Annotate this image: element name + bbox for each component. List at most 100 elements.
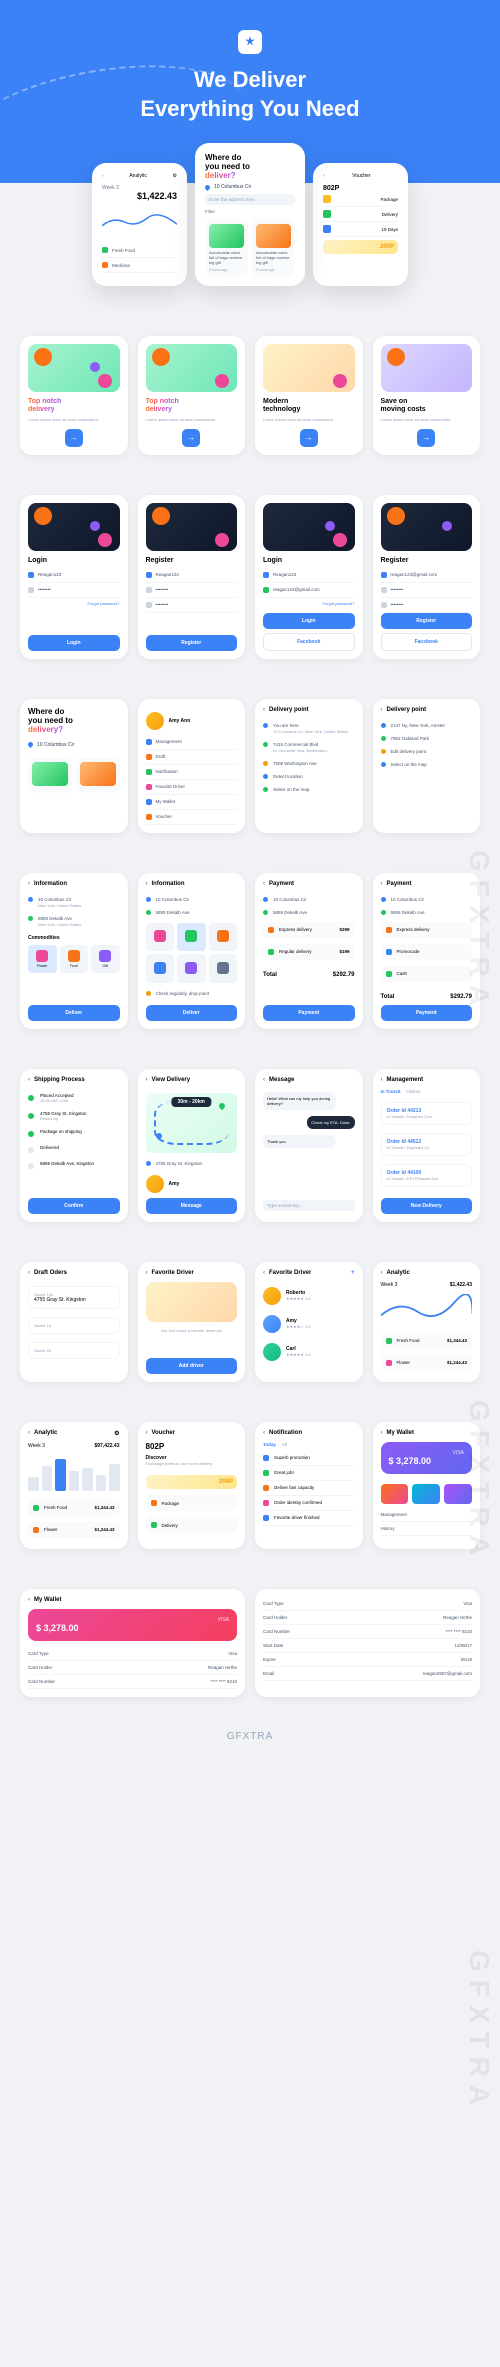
confirm-button[interactable]: Confirm — [28, 1198, 120, 1214]
to-address[interactable]: 5859 Dekalb AveNew York, United States — [28, 912, 120, 931]
commodity-item[interactable] — [146, 954, 175, 983]
promo-card[interactable] — [76, 758, 120, 793]
next-button[interactable]: → — [300, 429, 318, 447]
back-icon[interactable]: ‹ — [146, 1270, 148, 1276]
back-icon[interactable]: ‹ — [263, 1077, 265, 1083]
credit-card[interactable]: VISA $ 3,278.00 — [28, 1609, 237, 1641]
notification-item[interactable]: Favorite driver finished — [263, 1511, 355, 1526]
payment-button[interactable]: Payment — [263, 1005, 355, 1021]
register-button[interactable]: Register — [381, 613, 473, 629]
back-icon[interactable]: ‹ — [263, 1430, 265, 1436]
payment-option[interactable]: Regular delivery$199 — [263, 944, 355, 960]
commodity-item[interactable] — [209, 954, 238, 983]
payment-option[interactable]: Express delivery — [381, 922, 473, 938]
promo-card[interactable] — [28, 758, 72, 793]
voucher-item[interactable]: Delivery — [146, 1517, 238, 1533]
new-delivery-button[interactable]: New Delivery — [381, 1198, 473, 1214]
password-field[interactable]: •••••••• — [28, 583, 120, 598]
from-address[interactable]: 10 Columbus CirNew York, United States — [28, 893, 120, 912]
voucher-item[interactable]: 19 Days — [323, 222, 398, 237]
voucher-item[interactable]: Package — [146, 1495, 238, 1511]
select-map[interactable]: Select on the map — [381, 758, 473, 771]
back-icon[interactable]: ‹ — [381, 1270, 383, 1276]
back-icon[interactable]: ‹ — [263, 707, 265, 713]
analytic-row[interactable]: Fresh Food$1,344.43 — [28, 1500, 120, 1516]
mini-card[interactable] — [412, 1484, 440, 1504]
back-icon[interactable]: ‹ — [381, 881, 383, 887]
commodity-item[interactable] — [209, 923, 238, 952]
back-icon[interactable]: ‹ — [263, 1270, 265, 1276]
email-full-field[interactable]: reagan123@gmail.com — [263, 583, 355, 598]
next-button[interactable]: → — [417, 429, 435, 447]
cash-option[interactable]: Cash — [381, 966, 473, 982]
back-icon[interactable]: ‹ — [381, 1430, 383, 1436]
voucher-item[interactable]: Delivery — [323, 207, 398, 222]
location-item[interactable]: 7953 Oakland Park — [381, 732, 473, 745]
filter-icon[interactable]: ⚙ — [114, 1430, 119, 1437]
current-location[interactable]: 10 Columbus Cir — [28, 742, 120, 748]
address-input[interactable]: Enter the address here — [205, 194, 295, 205]
back-icon[interactable]: ‹ — [28, 1270, 30, 1276]
driver-item[interactable]: Amy★★★★☆ 4.5 — [263, 1310, 355, 1338]
back-icon[interactable]: ‹ — [28, 1597, 30, 1603]
tab-today[interactable]: Today — [263, 1442, 276, 1447]
filter-icon[interactable]: ⚙ — [173, 173, 177, 179]
confirm-field[interactable]: •••••••• — [381, 598, 473, 613]
register-button[interactable]: Register — [146, 635, 238, 651]
forgot-link[interactable]: Forgot password? — [28, 601, 120, 606]
facebook-button[interactable]: Facebook — [263, 633, 355, 651]
commodity-item[interactable] — [177, 954, 206, 983]
email-field[interactable]: Reagan123 — [146, 568, 238, 583]
payment-option[interactable]: Express delivery$299 — [263, 922, 355, 938]
tab-transit[interactable]: In Transit — [381, 1089, 401, 1094]
tab-history[interactable]: History — [407, 1089, 421, 1094]
add-icon[interactable]: + — [351, 1270, 355, 1276]
order-item[interactable]: Order Id 44100In Transit • 5 Pt Pleasant… — [381, 1164, 473, 1187]
credit-card[interactable]: VISA $ 3,278.00 — [381, 1442, 473, 1474]
back-icon[interactable]: ‹ — [146, 1077, 148, 1083]
menu-item[interactable]: Voucher — [146, 810, 238, 825]
back-icon[interactable]: ‹ — [146, 881, 148, 887]
message-input[interactable]: Type something... — [263, 1200, 355, 1211]
menu-item[interactable]: Management — [146, 735, 238, 750]
location-item[interactable]: 7415 Commercial BlvdDr Clemente Viva, Am… — [263, 738, 355, 757]
driver-item[interactable]: Roberto★★★★★ 4.8 — [263, 1282, 355, 1310]
menu-item[interactable]: Draft — [146, 750, 238, 765]
notification-item[interactable]: Great job! — [263, 1466, 355, 1481]
driver-row[interactable]: Amy — [146, 1170, 238, 1198]
back-icon[interactable]: ‹ — [28, 1430, 30, 1436]
next-button[interactable]: → — [65, 429, 83, 447]
payment-button[interactable]: Payment — [381, 1005, 473, 1021]
draft-item[interactable]: Saved 2d — [28, 1342, 120, 1359]
notification-item[interactable]: Superb promotion — [263, 1451, 355, 1466]
mini-card[interactable] — [381, 1484, 409, 1504]
back-icon[interactable]: ‹ — [381, 707, 383, 713]
order-item[interactable]: Order Id 44213In Transit • Departed 12m — [381, 1102, 473, 1125]
message-button[interactable]: Message — [146, 1198, 238, 1214]
analytic-row[interactable]: Flower$1,244.43 — [28, 1522, 120, 1538]
deliver-button[interactable]: Deliver — [28, 1005, 120, 1021]
commodity-item[interactable]: Gift — [91, 945, 120, 974]
commodity-item[interactable] — [146, 923, 175, 952]
current-location[interactable]: 10 Columbus Cir — [205, 184, 295, 190]
select-map[interactable]: Select on the map — [263, 783, 355, 796]
email-field[interactable]: Reagan123 — [263, 568, 355, 583]
mini-card[interactable] — [444, 1484, 472, 1504]
back-icon[interactable]: ‹ — [323, 173, 325, 179]
order-item[interactable]: Order Id 44512In Transit • Expected 1h — [381, 1133, 473, 1156]
add-driver-button[interactable]: Add driver — [146, 1358, 238, 1374]
commodity-item[interactable] — [177, 923, 206, 952]
analytic-row[interactable]: Flower$1,244.43 — [381, 1355, 473, 1371]
wallet-menu[interactable]: Management — [381, 1508, 473, 1522]
commodity-item[interactable]: Food — [60, 945, 89, 974]
location-item[interactable]: You are here10 Columbus Cir, New York, U… — [263, 719, 355, 738]
password-field[interactable]: •••••••• — [381, 583, 473, 598]
password-field[interactable]: •••••••• — [146, 583, 238, 598]
tab-all[interactable]: All — [282, 1442, 287, 1447]
driver-item[interactable]: Carl★★★★★ 4.9 — [263, 1338, 355, 1366]
promo-card[interactable]: Accumulate coins full of bags receive bi… — [205, 220, 248, 275]
back-icon[interactable]: ‹ — [263, 881, 265, 887]
menu-item[interactable]: Notification — [146, 765, 238, 780]
analytic-item[interactable]: Medicine — [102, 258, 177, 273]
next-button[interactable]: → — [182, 429, 200, 447]
